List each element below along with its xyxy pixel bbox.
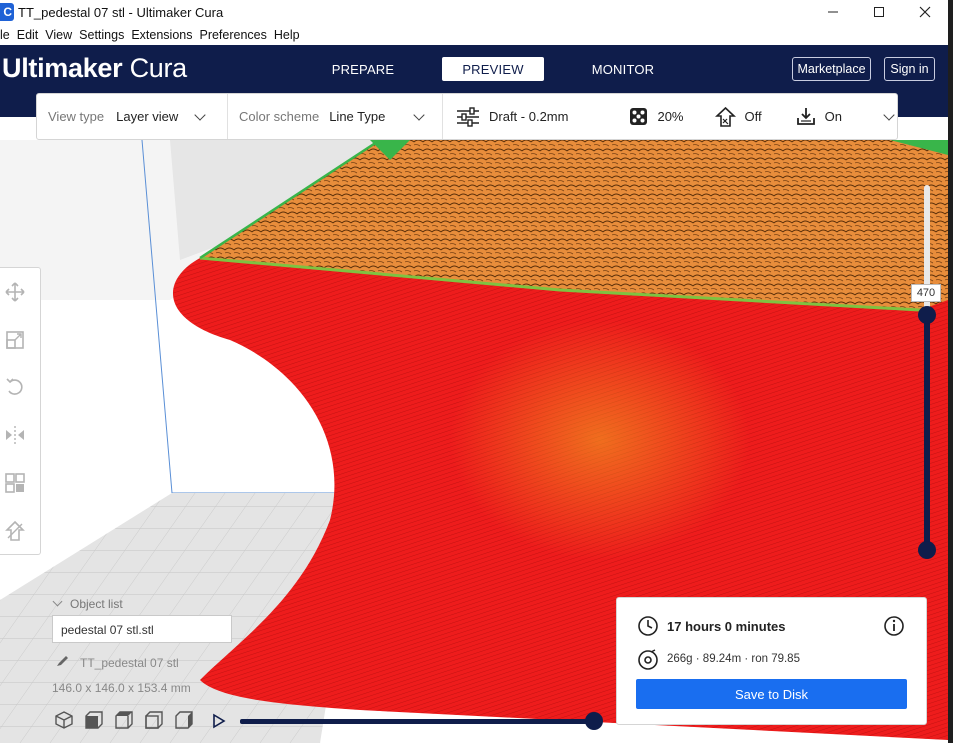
support-blocker-button[interactable] (4, 520, 26, 542)
left-view-icon (145, 711, 163, 729)
minimize-button[interactable] (810, 0, 856, 24)
front-view-icon (85, 711, 103, 729)
maximize-icon (874, 7, 884, 17)
filament-spool-icon (638, 649, 658, 670)
menu-file[interactable]: le (0, 28, 10, 42)
object-dimensions: 146.0 x 146.0 x 153.4 mm (52, 681, 191, 695)
current-layer-label[interactable]: 470 (911, 284, 941, 302)
cura-app-icon: C (0, 3, 14, 21)
rotate-icon (6, 378, 23, 395)
material-estimate: 266g · 89.24m · ron 79.85 (667, 653, 800, 665)
per-model-settings-icon (5, 473, 25, 493)
right-view-icon (175, 711, 193, 729)
tab-preview[interactable]: PREVIEW (442, 57, 544, 81)
sign-in-button[interactable]: Sign in (884, 57, 935, 81)
window-title: TT_pedestal 07 stl - Ultimaker Cura (18, 4, 224, 20)
print-settings-selector[interactable]: Draft - 0.2mm 20% Off On (443, 94, 897, 139)
adhesion-icon (796, 107, 815, 125)
cura-window: C TT_pedestal 07 stl - Ultimaker Cura le… (0, 0, 953, 743)
brand-product: Cura (129, 53, 188, 83)
object-list-header[interactable]: Object list (52, 596, 123, 611)
scale-tool-button[interactable] (4, 329, 26, 351)
3d-view-icon (55, 711, 73, 729)
path-slider-track[interactable] (240, 719, 595, 724)
view-toolbar: View type Layer view Color scheme Line T… (36, 93, 898, 140)
clock-icon (638, 616, 658, 636)
camera-3d-button[interactable] (54, 710, 74, 730)
menu-help[interactable]: Help (274, 28, 300, 42)
color-scheme-label: Color scheme (239, 109, 320, 124)
layer-slider-range (924, 315, 930, 550)
move-icon (5, 282, 25, 302)
brand-logo: Ultimaker Cura (2, 53, 187, 84)
mirror-icon (6, 426, 24, 444)
rotate-tool-button[interactable] (4, 376, 26, 398)
print-time: 17 hours 0 minutes (667, 619, 786, 634)
menu-settings[interactable]: Settings (79, 28, 124, 42)
chevron-down-icon (883, 108, 895, 121)
save-to-disk-button[interactable]: Save to Disk (636, 679, 907, 709)
tab-monitor[interactable]: MONITOR (572, 57, 674, 81)
minimize-icon (828, 11, 838, 13)
info-icon[interactable] (883, 615, 905, 637)
window-edge (948, 0, 953, 743)
pencil-icon[interactable] (56, 655, 70, 667)
view-type-label: View type (48, 109, 105, 124)
object-list-title: Object list (70, 597, 123, 611)
brand-name: Ultimaker (2, 53, 123, 83)
title-bar: C TT_pedestal 07 stl - Ultimaker Cura (0, 0, 953, 24)
close-icon (919, 6, 931, 18)
menu-edit[interactable]: Edit (17, 28, 39, 42)
path-slider-handle[interactable] (585, 712, 603, 730)
play-simulation-icon[interactable] (212, 713, 226, 729)
top-view-icon (115, 711, 133, 729)
infill-value: 20% (657, 109, 684, 124)
object-list-item[interactable]: pedestal 07 stl.stl (52, 615, 232, 643)
view-type-dropdown[interactable]: View type Layer view (37, 94, 228, 139)
mirror-tool-button[interactable] (4, 424, 26, 446)
view-type-value: Layer view (116, 109, 179, 124)
close-button[interactable] (902, 0, 948, 24)
infill-icon (630, 108, 648, 125)
adhesion-value: On (824, 109, 842, 124)
move-tool-button[interactable] (4, 281, 26, 303)
color-scheme-value: Line Type (329, 109, 386, 124)
support-icon (714, 106, 736, 127)
maximize-button[interactable] (856, 0, 902, 24)
stage-tabs: PREPARE PREVIEW MONITOR (312, 57, 702, 81)
camera-left-button[interactable] (144, 710, 164, 730)
layer-slider-upper-handle[interactable] (918, 306, 936, 324)
scale-icon (6, 331, 24, 349)
support-blocker-icon (5, 520, 25, 541)
layer-slider-lower-handle[interactable] (918, 541, 936, 559)
tool-panel (0, 267, 41, 555)
menu-preferences[interactable]: Preferences (199, 28, 266, 42)
chevron-down-icon (52, 596, 63, 607)
color-scheme-dropdown[interactable]: Color scheme Line Type (228, 94, 443, 139)
print-info-panel: 17 hours 0 minutes 266g · 89.24m · ron 7… (616, 597, 927, 725)
tab-prepare[interactable]: PREPARE (312, 57, 414, 81)
object-name: TT_pedestal 07 stl (80, 656, 179, 670)
settings-sliders-icon (457, 106, 479, 127)
menu-view[interactable]: View (45, 28, 72, 42)
menu-extensions[interactable]: Extensions (131, 28, 192, 42)
chevron-down-icon (194, 108, 206, 121)
chevron-down-icon (413, 108, 426, 121)
menu-bar: le Edit View Settings Extensions Prefere… (0, 24, 948, 45)
profile-value: Draft - 0.2mm (489, 109, 569, 124)
camera-top-button[interactable] (114, 710, 134, 730)
per-model-settings-button[interactable] (4, 472, 26, 494)
support-value: Off (744, 109, 762, 124)
camera-front-button[interactable] (84, 710, 104, 730)
camera-right-button[interactable] (174, 710, 194, 730)
marketplace-button[interactable]: Marketplace (792, 57, 871, 81)
